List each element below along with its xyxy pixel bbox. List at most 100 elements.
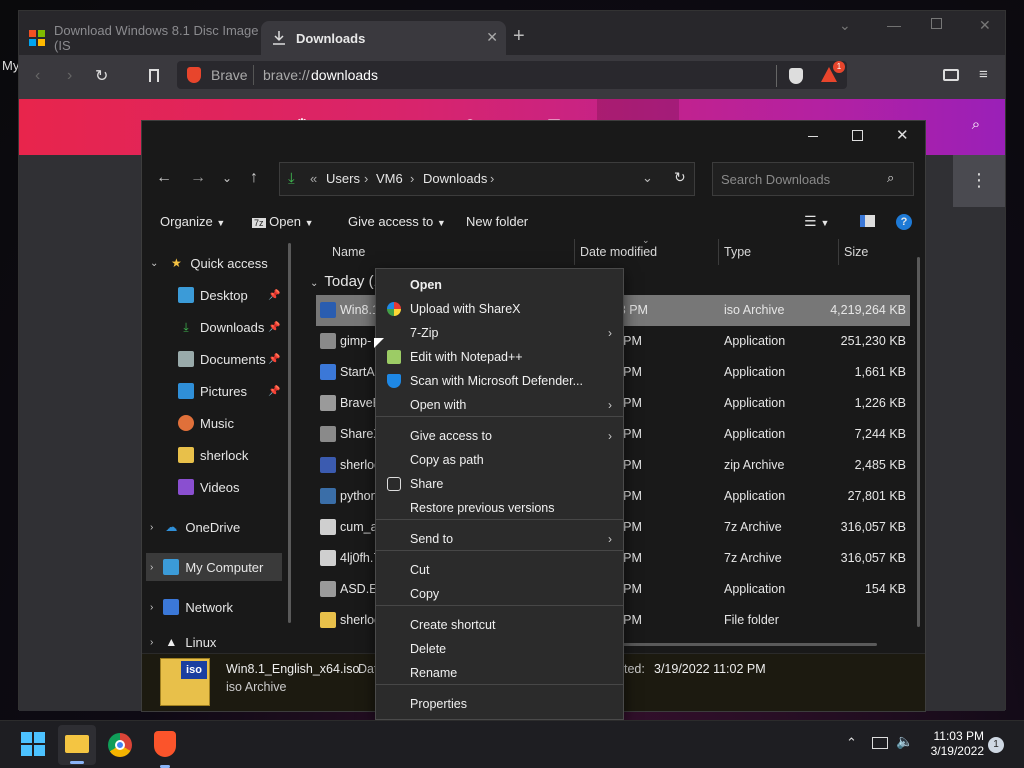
organize-menu[interactable]: Organize ▼	[160, 214, 225, 229]
forward-arrow-icon[interactable]: →	[190, 169, 206, 187]
group-header-today[interactable]: ⌄ Today (1	[310, 273, 382, 290]
column-type[interactable]: Type	[724, 245, 751, 259]
tab-windows-download[interactable]: Download Windows 8.1 Disc Image (IS	[19, 21, 259, 55]
minimize-icon[interactable]	[808, 136, 818, 137]
menu-item-give-access-to[interactable]: Give access to ›	[376, 424, 623, 448]
menu-item-copy-as-path[interactable]: Copy as path	[376, 448, 623, 472]
nav-music[interactable]: Music	[178, 409, 318, 437]
vertical-scrollbar[interactable]	[917, 257, 920, 627]
file-type: Application	[724, 427, 786, 441]
notification-badge[interactable]: 1	[988, 737, 1004, 753]
give-access-menu[interactable]: Give access to ▼	[348, 214, 446, 229]
nav-videos[interactable]: Videos	[178, 473, 318, 501]
column-date-modified[interactable]: Date modified	[580, 245, 657, 259]
maximize-icon[interactable]	[852, 130, 863, 141]
nav-sherlock[interactable]: sherlock	[178, 441, 318, 469]
breadcrumb-vm6[interactable]: VM6	[376, 171, 403, 186]
menu-item-label: Edit with Notepad++	[410, 350, 523, 364]
menu-item-share[interactable]: Share	[376, 472, 623, 496]
menu-item-delete[interactable]: Delete	[376, 637, 623, 661]
taskbar-clock[interactable]: 11:03 PM 3/19/2022	[924, 729, 984, 759]
recent-locations-icon[interactable]: ⌄	[222, 171, 232, 185]
folder-icon	[178, 447, 194, 463]
wallet-icon[interactable]	[943, 69, 959, 81]
nav-downloads[interactable]: ⤓ Downloads 📌	[178, 313, 318, 341]
display-icon[interactable]	[872, 737, 888, 749]
breadcrumb-overflow[interactable]: «	[310, 171, 317, 186]
menu-item-properties[interactable]: Properties	[376, 692, 623, 716]
nav-pictures[interactable]: Pictures 📌	[178, 377, 318, 405]
column-name[interactable]: Name	[332, 245, 365, 259]
volume-icon[interactable]: 🔈	[896, 733, 913, 750]
up-arrow-icon[interactable]: ↑	[250, 169, 258, 187]
address-bar[interactable]: Brave brave:// downloads	[177, 61, 847, 89]
chevron-up-icon[interactable]: ⌃	[846, 735, 857, 751]
maximize-icon[interactable]	[931, 18, 942, 29]
reload-icon[interactable]: ↻	[95, 66, 108, 86]
back-arrow-icon[interactable]: ←	[156, 169, 172, 187]
network-icon	[163, 599, 180, 615]
brave-shields-icon[interactable]	[789, 68, 803, 84]
close-window-icon[interactable]: ✕	[979, 17, 991, 34]
menu-item-upload-with-sharex[interactable]: Upload with ShareX	[376, 297, 623, 321]
nav-documents[interactable]: Documents 📌	[178, 345, 318, 373]
nav-onedrive[interactable]: › ☁ OneDrive	[150, 513, 290, 541]
menu-item-restore-previous-versions[interactable]: Restore previous versions	[376, 496, 623, 520]
file-name: cum_a	[340, 520, 378, 534]
file-explorer-taskbar-button[interactable]	[58, 725, 96, 765]
nav-network[interactable]: › Network	[150, 593, 290, 621]
column-size[interactable]: Size	[844, 245, 868, 259]
more-options-icon[interactable]: ⋮	[953, 155, 1005, 207]
column-separator[interactable]	[838, 239, 839, 265]
nav-my-computer[interactable]: › My Computer	[146, 553, 282, 581]
brave-taskbar-icon[interactable]	[154, 731, 176, 757]
menu-item-7-zip[interactable]: 7-Zip ›	[376, 321, 623, 345]
nav-quick-access[interactable]: ⌄ ★ Quick access	[150, 249, 290, 277]
chevron-down-icon: ⌄	[150, 257, 159, 269]
menu-item-rename[interactable]: Rename	[376, 661, 623, 685]
menu-item-scan-with-microsoft-defender[interactable]: Scan with Microsoft Defender...	[376, 369, 623, 393]
close-icon[interactable]: ✕	[896, 126, 909, 144]
new-tab-button[interactable]: +	[513, 25, 525, 48]
chevron-down-icon[interactable]: ⌄	[839, 17, 851, 34]
back-icon[interactable]: ‹	[35, 67, 40, 85]
menu-item-cut[interactable]: Cut	[376, 558, 623, 582]
menu-item-label: Restore previous versions	[410, 501, 555, 515]
view-options-icon[interactable]: ☰ ▼	[804, 213, 829, 230]
nav-linux[interactable]: › ▲ Linux	[150, 633, 290, 651]
nav-desktop[interactable]: Desktop 📌	[178, 281, 318, 309]
minimize-icon[interactable]: —	[887, 17, 901, 33]
search-box[interactable]: Search Downloads ⌕	[712, 162, 914, 196]
breadcrumb-users[interactable]: Users	[326, 171, 360, 186]
breadcrumb-downloads[interactable]: Downloads	[423, 171, 487, 186]
iso-file-icon: iso	[160, 658, 210, 706]
chrome-icon[interactable]	[108, 733, 132, 757]
refresh-icon[interactable]: ↻	[674, 169, 686, 186]
browser-toolbar: ‹ › ↻ Brave brave:// downloads 1 ≡	[19, 55, 1005, 99]
search-icon[interactable]: ⌕	[967, 116, 985, 134]
menu-item-open-with[interactable]: Open with ›	[376, 393, 623, 417]
address-breadcrumb[interactable]: ⤓ « Users › VM6 › Downloads › ⌄ ↻	[279, 162, 695, 196]
menu-item-create-shortcut[interactable]: Create shortcut	[376, 613, 623, 637]
chevron-right-icon: ›	[150, 636, 154, 648]
column-separator[interactable]	[718, 239, 719, 265]
menu-icon[interactable]: ≡	[979, 66, 988, 83]
open-menu[interactable]: 7z Open ▼	[252, 214, 314, 229]
new-folder-button[interactable]: New folder	[466, 214, 528, 229]
forward-icon[interactable]: ›	[67, 67, 72, 85]
address-dropdown-icon[interactable]: ⌄	[642, 170, 653, 186]
menu-item-edit-with-notepad[interactable]: Edit with Notepad++	[376, 345, 623, 369]
column-separator[interactable]	[574, 239, 575, 265]
bookmark-icon[interactable]	[149, 69, 159, 82]
menu-item-copy[interactable]: Copy	[376, 582, 623, 606]
download-icon	[271, 30, 287, 46]
tab-downloads[interactable]: Downloads ✕	[261, 21, 506, 55]
close-tab-icon[interactable]: ✕	[486, 29, 498, 46]
nav-scrollbar[interactable]	[288, 243, 291, 623]
menu-item-send-to[interactable]: Send to ›	[376, 527, 623, 551]
help-icon[interactable]: ?	[896, 214, 912, 230]
menu-item-open[interactable]: Open	[376, 273, 623, 297]
start-button[interactable]	[20, 731, 48, 759]
file-size: 1,226 KB	[854, 396, 906, 410]
preview-pane-icon[interactable]	[860, 215, 875, 227]
